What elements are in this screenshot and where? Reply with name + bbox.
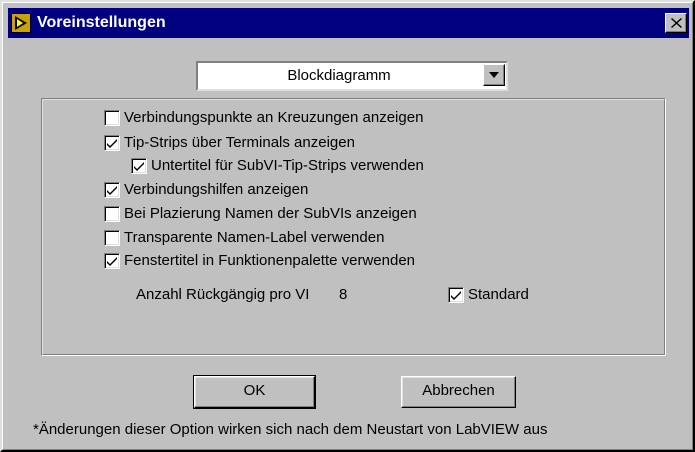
chevron-down-icon (489, 72, 499, 78)
close-button[interactable] (665, 13, 687, 33)
close-icon (671, 18, 682, 28)
checkbox[interactable] (104, 182, 120, 198)
checkbox[interactable] (104, 253, 120, 269)
option-label: Fenstertitel in Funktionenpalette verwen… (124, 252, 416, 269)
checkmark-icon (107, 186, 117, 195)
checkmark-icon (134, 162, 144, 171)
option-label: Verbindungshilfen anzeigen (124, 181, 309, 198)
checkbox[interactable] (104, 230, 120, 246)
option-label: Verbindungspunkte an Kreuzungen anzeigen (124, 109, 424, 126)
option-subvi-captions[interactable]: Untertitel für SubVI-Tip-Strips verwende… (131, 156, 424, 176)
dropdown-arrow-button[interactable] (483, 64, 505, 86)
checkmark-icon (107, 257, 117, 266)
option-transparent-labels[interactable]: Transparente Namen-Label verwenden (104, 228, 384, 248)
checkbox[interactable] (104, 110, 120, 126)
restart-footnote: *Änderungen dieser Option wirken sich na… (33, 421, 548, 438)
checkbox[interactable] (104, 206, 120, 222)
option-label: Tip-Strips über Terminals anzeigen (124, 134, 355, 151)
checkmark-icon (107, 139, 117, 148)
checkbox[interactable] (448, 287, 464, 303)
undo-default-label: Standard (468, 286, 529, 303)
dialog-title: Voreinstellungen (37, 14, 166, 31)
undo-default-option[interactable]: Standard (448, 285, 529, 305)
option-show-tip-strips[interactable]: Tip-Strips über Terminals anzeigen (104, 133, 355, 153)
undo-count-label: Anzahl Rückgängig pro VI (136, 286, 310, 303)
category-dropdown[interactable]: Blockdiagramm (196, 61, 508, 91)
checkbox[interactable] (104, 135, 120, 151)
undo-count-value[interactable]: 8 (339, 286, 347, 303)
checkmark-icon (451, 291, 461, 300)
cancel-button[interactable]: Abbrechen (401, 376, 516, 408)
dialog-frame: Voreinstellungen Blockdiagramm Verbindun… (2, 2, 693, 450)
option-show-subvi-names[interactable]: Bei Plazierung Namen der SubVIs anzeigen (104, 204, 417, 224)
option-label: Untertitel für SubVI-Tip-Strips verwende… (151, 157, 424, 174)
option-label: Transparente Namen-Label verwenden (124, 229, 385, 246)
labview-arrow-icon (11, 13, 31, 33)
option-label: Bei Plazierung Namen der SubVIs anzeigen (124, 205, 417, 222)
checkbox[interactable] (131, 158, 147, 174)
title-bar[interactable]: Voreinstellungen (8, 8, 689, 38)
option-window-titles-palette[interactable]: Fenstertitel in Funktionenpalette verwen… (104, 251, 415, 271)
option-show-junction-dots[interactable]: Verbindungspunkte an Kreuzungen anzeigen (104, 108, 423, 128)
category-dropdown-value: Blockdiagramm (287, 67, 391, 84)
ok-button[interactable]: OK (193, 375, 316, 409)
preferences-dialog: Voreinstellungen Blockdiagramm Verbindun… (0, 0, 695, 452)
option-wiring-guides[interactable]: Verbindungshilfen anzeigen (104, 180, 308, 200)
